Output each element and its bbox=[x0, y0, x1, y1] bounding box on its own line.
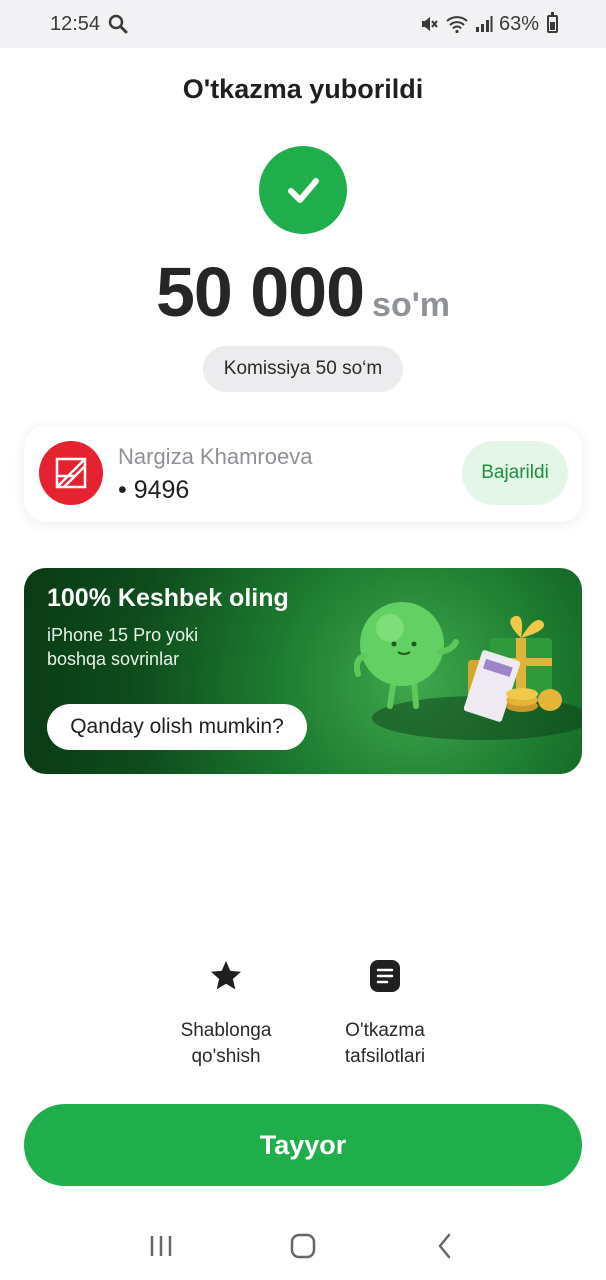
cashback-promo-banner[interactable]: 100% Keshbek oling iPhone 15 Pro yoki bo… bbox=[24, 568, 582, 774]
recipient-name: Nargiza Khamroeva bbox=[118, 444, 313, 469]
recent-apps-icon[interactable] bbox=[131, 1221, 191, 1271]
page-title: O'tkazma yuborildi bbox=[182, 74, 424, 104]
battery-icon bbox=[547, 12, 558, 33]
transfer-details-action[interactable]: O'tkazma tafsilotlari bbox=[295, 956, 475, 1070]
add-to-template-label: Shablonga qo'shish bbox=[180, 1020, 272, 1067]
success-check-icon bbox=[259, 146, 347, 234]
wifi-icon bbox=[445, 14, 469, 34]
system-nav-bar bbox=[0, 1212, 606, 1280]
done-button[interactable]: Tayyor bbox=[24, 1104, 582, 1186]
fee-badge: Komissiya 50 so‘m bbox=[203, 346, 403, 392]
promo-title: 100% Keshbek oling bbox=[47, 584, 289, 612]
status-right: 63% bbox=[419, 12, 558, 36]
bank-logo bbox=[39, 441, 103, 505]
signal-icon bbox=[475, 15, 493, 33]
document-icon bbox=[295, 956, 475, 996]
home-icon[interactable] bbox=[273, 1221, 333, 1271]
mute-icon bbox=[419, 14, 439, 34]
transfer-amount: 50 000 bbox=[155, 253, 365, 331]
recipient-card-number: • 9496 bbox=[118, 476, 190, 504]
battery-level: 63% bbox=[498, 12, 539, 35]
status-badge: Bajarildi bbox=[462, 441, 568, 505]
star-icon bbox=[136, 956, 316, 996]
promo-illustration bbox=[353, 602, 582, 740]
promo-subtitle: iPhone 15 Pro yoki boshqa sovrinlar bbox=[47, 625, 199, 669]
currency-label: so'm bbox=[372, 286, 451, 324]
clock: 12:54 bbox=[50, 12, 101, 35]
transfer-details-label: O'tkazma tafsilotlari bbox=[344, 1020, 426, 1067]
back-icon[interactable] bbox=[415, 1221, 475, 1271]
amount-row: 50 000 so'm bbox=[0, 252, 606, 332]
status-bar: 12:54 63% bbox=[0, 0, 606, 48]
add-to-template-action[interactable]: Shablonga qo'shish bbox=[136, 956, 316, 1070]
search-icon bbox=[108, 14, 128, 34]
status-left: 12:54 bbox=[50, 13, 128, 36]
recipient-card[interactable]: Nargiza Khamroeva • 9496 Bajarildi bbox=[24, 426, 582, 522]
how-to-get-button[interactable]: Qanday olish mumkin? bbox=[47, 704, 307, 750]
